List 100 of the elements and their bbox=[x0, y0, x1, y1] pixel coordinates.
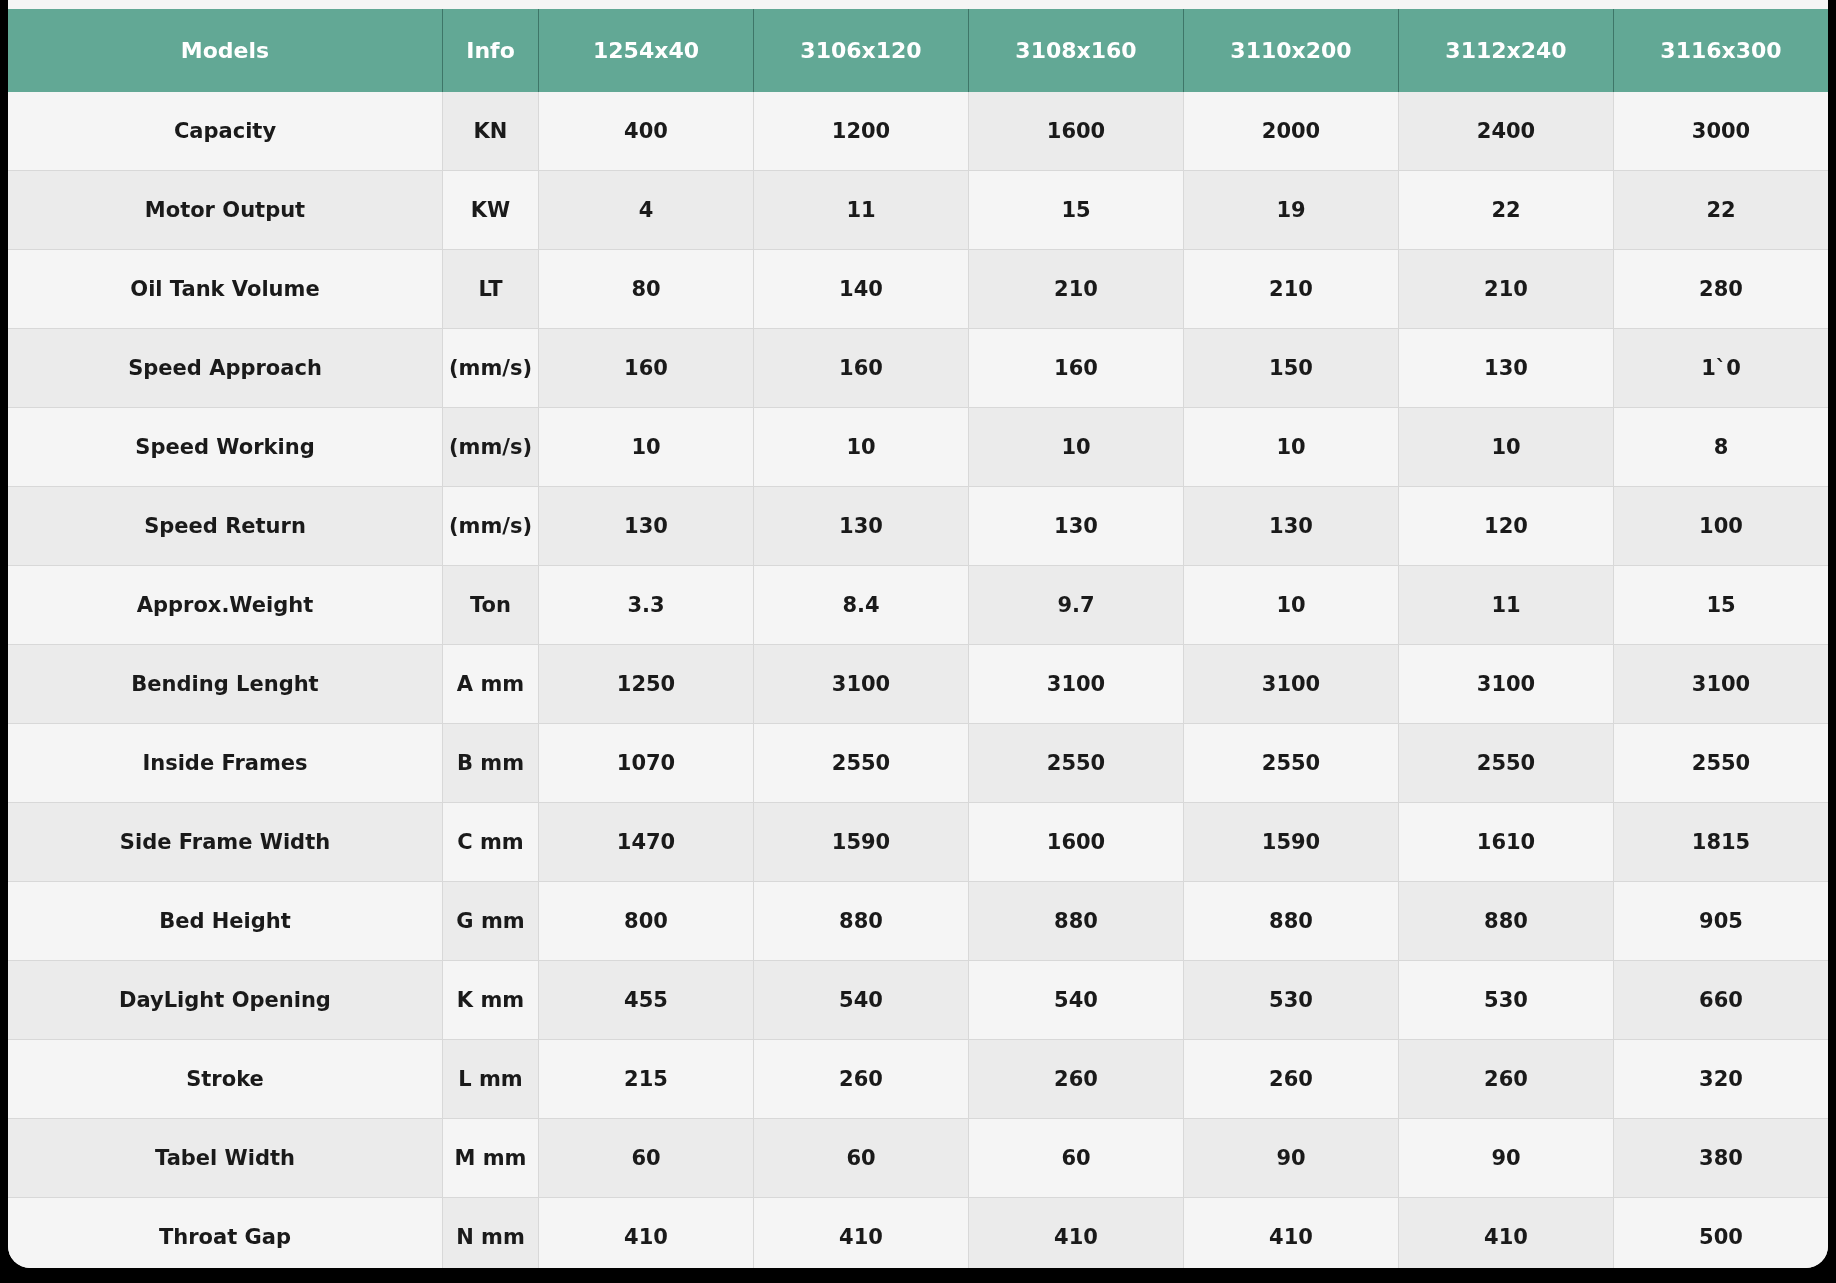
table-cell: 215 bbox=[538, 1040, 753, 1119]
table-cell: 1590 bbox=[1183, 803, 1398, 882]
table-cell: 260 bbox=[753, 1040, 968, 1119]
table-cell: A mm bbox=[442, 645, 538, 724]
column-header: 1254x40 bbox=[538, 9, 753, 92]
table-cell: 3100 bbox=[753, 645, 968, 724]
table-cell: C mm bbox=[442, 803, 538, 882]
table-cell: K mm bbox=[442, 961, 538, 1040]
table-cell: 1200 bbox=[753, 92, 968, 171]
column-header: 3112x240 bbox=[1398, 9, 1613, 92]
table-cell: G mm bbox=[442, 882, 538, 961]
table-cell: 880 bbox=[1183, 882, 1398, 961]
table-cell: N mm bbox=[442, 1198, 538, 1268]
table-cell: 1610 bbox=[1398, 803, 1613, 882]
table-cell: 160 bbox=[968, 329, 1183, 408]
table-cell: 10 bbox=[1398, 408, 1613, 487]
row-label: DayLight Opening bbox=[8, 961, 442, 1040]
table-cell: 3100 bbox=[1398, 645, 1613, 724]
table-cell: 3100 bbox=[1183, 645, 1398, 724]
table-cell: 60 bbox=[753, 1119, 968, 1198]
table-cell: 130 bbox=[968, 487, 1183, 566]
table-cell: 1470 bbox=[538, 803, 753, 882]
table-cell: 11 bbox=[1398, 566, 1613, 645]
table-cell: B mm bbox=[442, 724, 538, 803]
table-cell: KN bbox=[442, 92, 538, 171]
table-cell: 400 bbox=[538, 92, 753, 171]
table-cell: 100 bbox=[1613, 487, 1828, 566]
table-cell: 880 bbox=[968, 882, 1183, 961]
column-header: Info bbox=[442, 9, 538, 92]
table-cell: 3000 bbox=[1613, 92, 1828, 171]
table-cell: 8.4 bbox=[753, 566, 968, 645]
row-label: Bending Lenght bbox=[8, 645, 442, 724]
table-cell: 280 bbox=[1613, 250, 1828, 329]
table-cell: 500 bbox=[1613, 1198, 1828, 1268]
table-cell: 905 bbox=[1613, 882, 1828, 961]
table-cell: 880 bbox=[753, 882, 968, 961]
table-cell: 15 bbox=[968, 171, 1183, 250]
table-cell: 140 bbox=[753, 250, 968, 329]
table-cell: 10 bbox=[968, 408, 1183, 487]
table-cell: M mm bbox=[442, 1119, 538, 1198]
table-cell: 22 bbox=[1398, 171, 1613, 250]
column-header: 3110x200 bbox=[1183, 9, 1398, 92]
column-header: 3106x120 bbox=[753, 9, 968, 92]
table-cell: 2550 bbox=[1613, 724, 1828, 803]
table-cell: 10 bbox=[538, 408, 753, 487]
table-cell: L mm bbox=[442, 1040, 538, 1119]
table-cell: 160 bbox=[753, 329, 968, 408]
table-cell: 260 bbox=[1398, 1040, 1613, 1119]
column-header: 3108x160 bbox=[968, 9, 1183, 92]
table-cell: 130 bbox=[1183, 487, 1398, 566]
table-cell: 2550 bbox=[968, 724, 1183, 803]
table-cell: 455 bbox=[538, 961, 753, 1040]
row-label: Tabel Width bbox=[8, 1119, 442, 1198]
table-cell: Ton bbox=[442, 566, 538, 645]
table-cell: KW bbox=[442, 171, 538, 250]
table-cell: (mm/s) bbox=[442, 487, 538, 566]
table-cell: 10 bbox=[1183, 566, 1398, 645]
table-cell: 10 bbox=[753, 408, 968, 487]
table-cell: 8 bbox=[1613, 408, 1828, 487]
table-cell: 1600 bbox=[968, 803, 1183, 882]
table-cell: 2550 bbox=[1398, 724, 1613, 803]
table-cell: 9.7 bbox=[968, 566, 1183, 645]
table-cell: 160 bbox=[538, 329, 753, 408]
row-label: Motor Output bbox=[8, 171, 442, 250]
table-cell: 22 bbox=[1613, 171, 1828, 250]
table-cell: 19 bbox=[1183, 171, 1398, 250]
table-cell: 150 bbox=[1183, 329, 1398, 408]
table-cell: 130 bbox=[753, 487, 968, 566]
table-cell: 260 bbox=[968, 1040, 1183, 1119]
table-cell: 1`0 bbox=[1613, 329, 1828, 408]
table-cell: 540 bbox=[968, 961, 1183, 1040]
table-cell: LT bbox=[442, 250, 538, 329]
table-cell: 410 bbox=[1398, 1198, 1613, 1268]
table-cell: 2000 bbox=[1183, 92, 1398, 171]
table-cell: 130 bbox=[538, 487, 753, 566]
table-cell: 90 bbox=[1183, 1119, 1398, 1198]
table-cell: 3100 bbox=[968, 645, 1183, 724]
column-header: 3116x300 bbox=[1613, 9, 1828, 92]
table-cell: 130 bbox=[1398, 329, 1613, 408]
table-cell: 210 bbox=[1183, 250, 1398, 329]
table-cell: 90 bbox=[1398, 1119, 1613, 1198]
table-cell: 380 bbox=[1613, 1119, 1828, 1198]
table-cell: 60 bbox=[538, 1119, 753, 1198]
table-cell: 800 bbox=[538, 882, 753, 961]
table-cell: 80 bbox=[538, 250, 753, 329]
table-cell: 10 bbox=[1183, 408, 1398, 487]
row-label: Side Frame Width bbox=[8, 803, 442, 882]
table-cell: 2550 bbox=[1183, 724, 1398, 803]
table-cell: 260 bbox=[1183, 1040, 1398, 1119]
table-cell: 880 bbox=[1398, 882, 1613, 961]
table-cell: 410 bbox=[968, 1198, 1183, 1268]
table-cell: 320 bbox=[1613, 1040, 1828, 1119]
table-cell: 1070 bbox=[538, 724, 753, 803]
table-cell: 2400 bbox=[1398, 92, 1613, 171]
table-cell: 660 bbox=[1613, 961, 1828, 1040]
table-cell: 1600 bbox=[968, 92, 1183, 171]
table-cell: 210 bbox=[1398, 250, 1613, 329]
table-cell: 3.3 bbox=[538, 566, 753, 645]
table-cell: (mm/s) bbox=[442, 408, 538, 487]
table-cell: 210 bbox=[968, 250, 1183, 329]
